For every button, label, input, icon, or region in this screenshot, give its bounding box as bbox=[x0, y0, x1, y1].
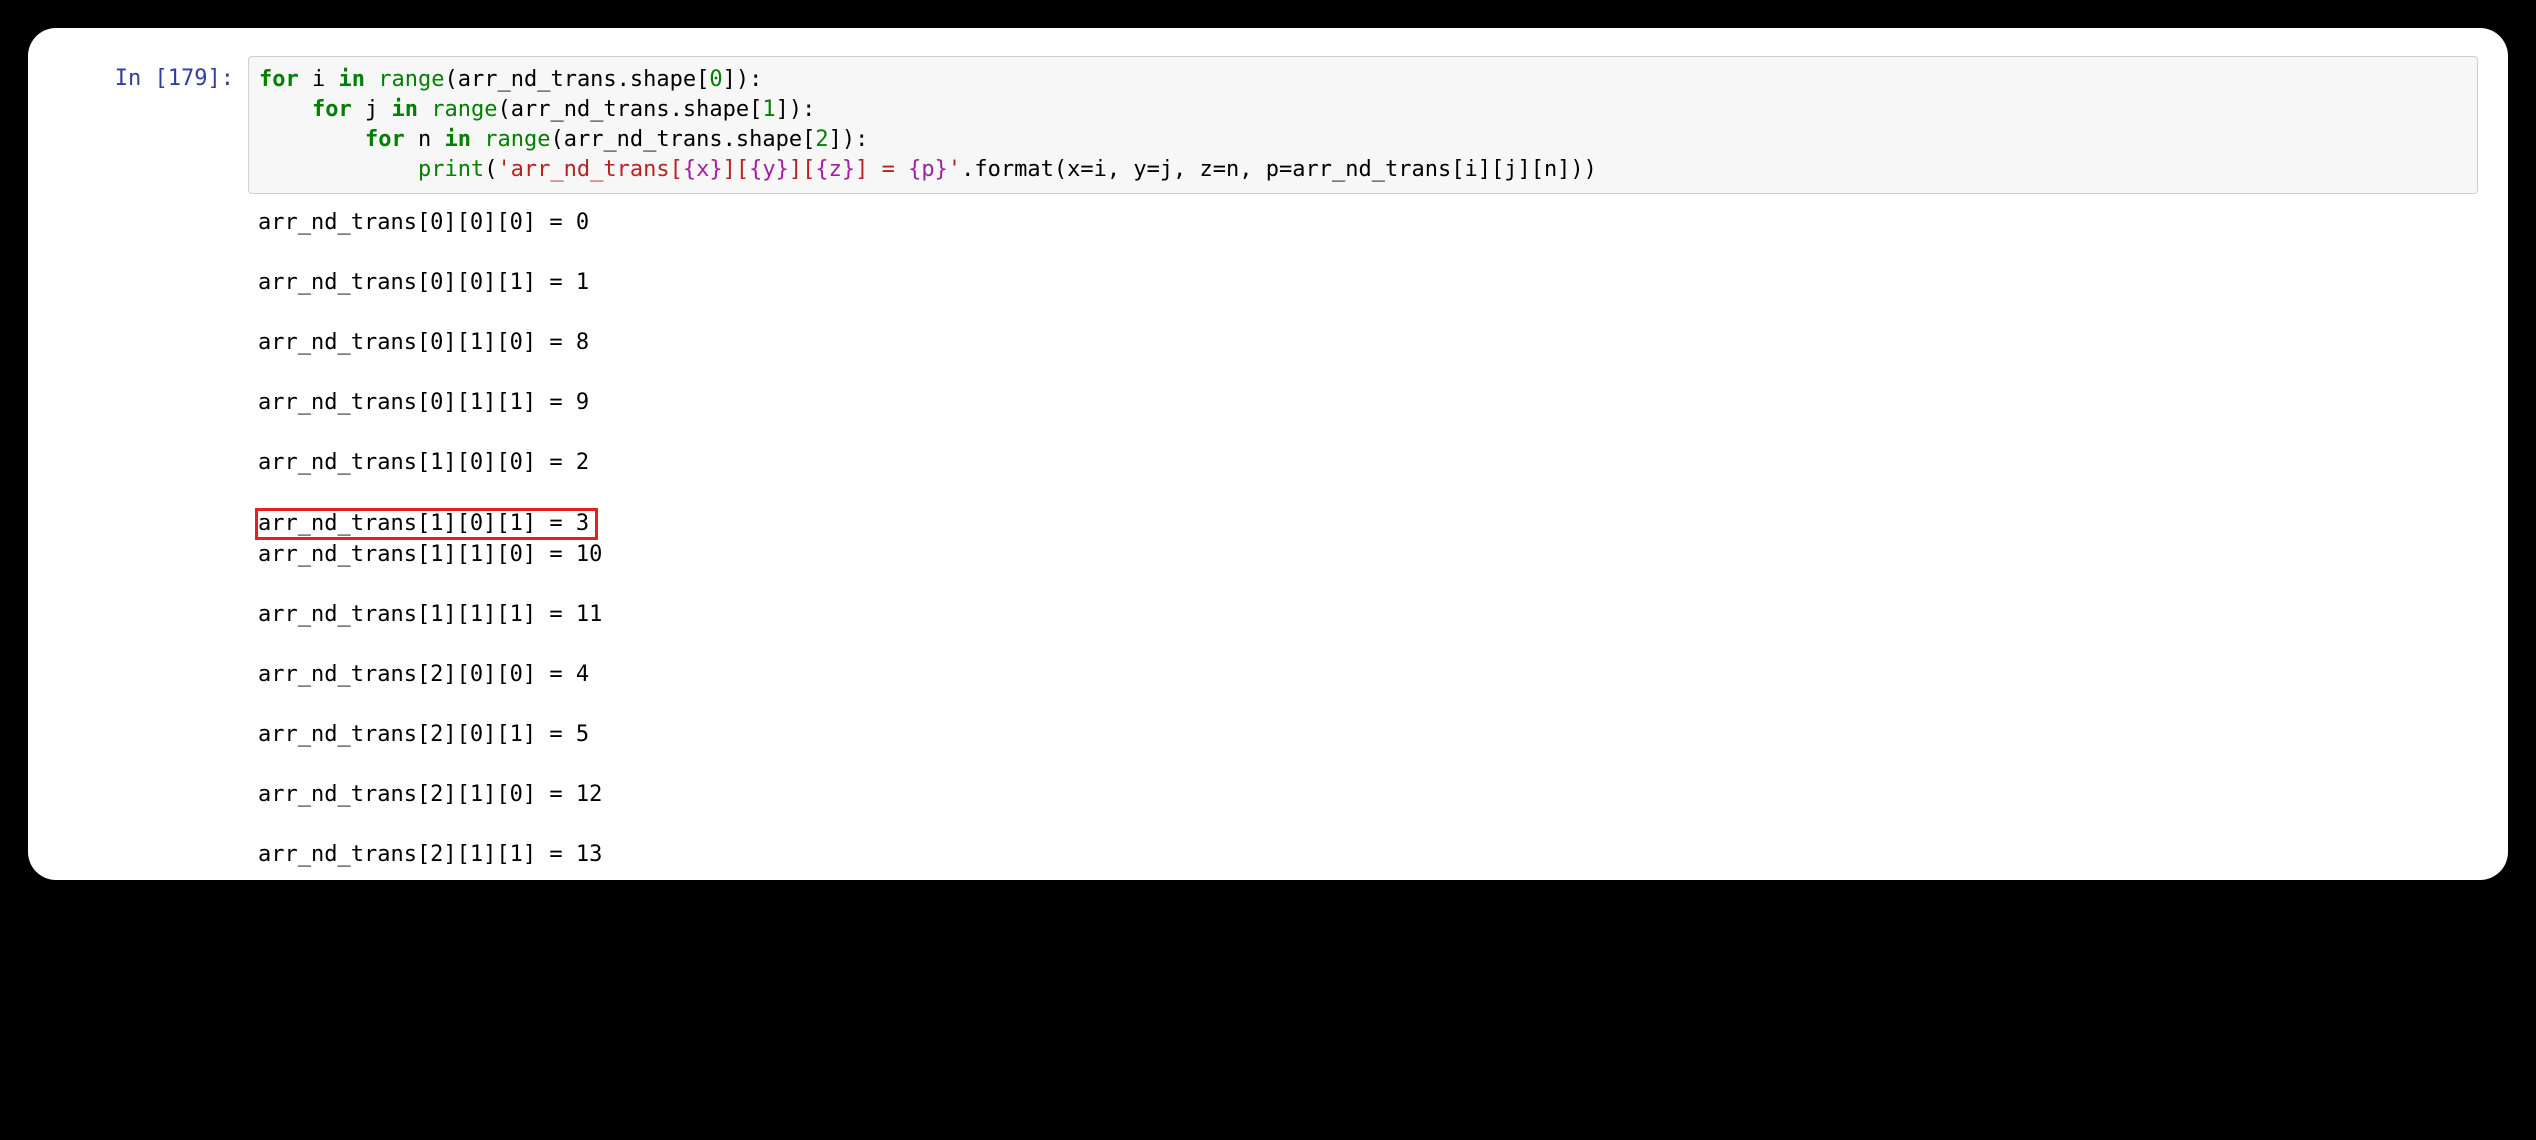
input-prompt: In [179]: bbox=[58, 56, 248, 94]
format-args-tail: arr_nd_trans[i][j][n])) bbox=[1292, 157, 1597, 182]
builtin-print: print bbox=[418, 157, 484, 182]
output-line: arr_nd_trans[0][0][0] = 0 bbox=[258, 208, 2468, 238]
index-0: 0 bbox=[709, 67, 722, 92]
output-line: arr_nd_trans[3][0][0] = 6 bbox=[258, 900, 2468, 930]
output-line: arr_nd_trans[1][1][1] = 11 bbox=[258, 600, 2468, 630]
keyword-in: in bbox=[339, 67, 366, 92]
shape-access: arr_nd_trans.shape[ bbox=[564, 127, 816, 152]
var-j: j bbox=[365, 97, 378, 122]
builtin-range: range bbox=[378, 67, 444, 92]
format-placeholder-x: {x} bbox=[683, 157, 723, 182]
output-line: arr_nd_trans[2][1][1] = 13 bbox=[258, 840, 2468, 870]
keyword-for: for bbox=[312, 97, 352, 122]
input-cell: In [179]: for i in range(arr_nd_trans.sh… bbox=[58, 56, 2478, 194]
builtin-range: range bbox=[484, 127, 550, 152]
format-placeholder-z: {z} bbox=[815, 157, 855, 182]
keyword-in: in bbox=[444, 127, 471, 152]
output-line-highlighted: arr_nd_trans[1][0][1] = 3 bbox=[255, 508, 598, 540]
output-line: arr_nd_trans[3][1][0] = 14 bbox=[258, 1020, 2468, 1050]
var-n: n bbox=[418, 127, 431, 152]
stdout-output: arr_nd_trans[0][0][0] = 0 arr_nd_trans[0… bbox=[248, 194, 2478, 1140]
output-line: arr_nd_trans[1][1][0] = 10 bbox=[258, 540, 2468, 570]
keyword-in: in bbox=[391, 97, 418, 122]
index-1: 1 bbox=[762, 97, 775, 122]
builtin-range: range bbox=[431, 97, 497, 122]
format-placeholder-y: {y} bbox=[749, 157, 789, 182]
keyword-for: for bbox=[365, 127, 405, 152]
code-input[interactable]: for i in range(arr_nd_trans.shape[0]): f… bbox=[248, 56, 2478, 194]
shape-access: arr_nd_trans.shape[ bbox=[511, 97, 763, 122]
output-line: arr_nd_trans[1][0][0] = 2 bbox=[258, 448, 2468, 478]
notebook-cell-frame: In [179]: for i in range(arr_nd_trans.sh… bbox=[28, 28, 2508, 880]
output-line: arr_nd_trans[2][0][0] = 4 bbox=[258, 660, 2468, 690]
output-line: arr_nd_trans[3][1][1] = 15 bbox=[258, 1080, 2468, 1110]
output-line: arr_nd_trans[0][1][1] = 9 bbox=[258, 388, 2468, 418]
var-i: i bbox=[312, 67, 325, 92]
index-2: 2 bbox=[815, 127, 828, 152]
output-line: arr_nd_trans[3][0][1] = 7 bbox=[258, 960, 2468, 990]
output-line: arr_nd_trans[2][1][0] = 12 bbox=[258, 780, 2468, 810]
string-literal: 'arr_nd_trans[ bbox=[497, 157, 682, 182]
output-line: arr_nd_trans[0][0][1] = 1 bbox=[258, 268, 2468, 298]
shape-access: arr_nd_trans.shape[ bbox=[458, 67, 710, 92]
output-line: arr_nd_trans[0][1][0] = 8 bbox=[258, 328, 2468, 358]
output-line: arr_nd_trans[2][0][1] = 5 bbox=[258, 720, 2468, 750]
format-placeholder-p: {p} bbox=[908, 157, 948, 182]
keyword-for: for bbox=[259, 67, 299, 92]
